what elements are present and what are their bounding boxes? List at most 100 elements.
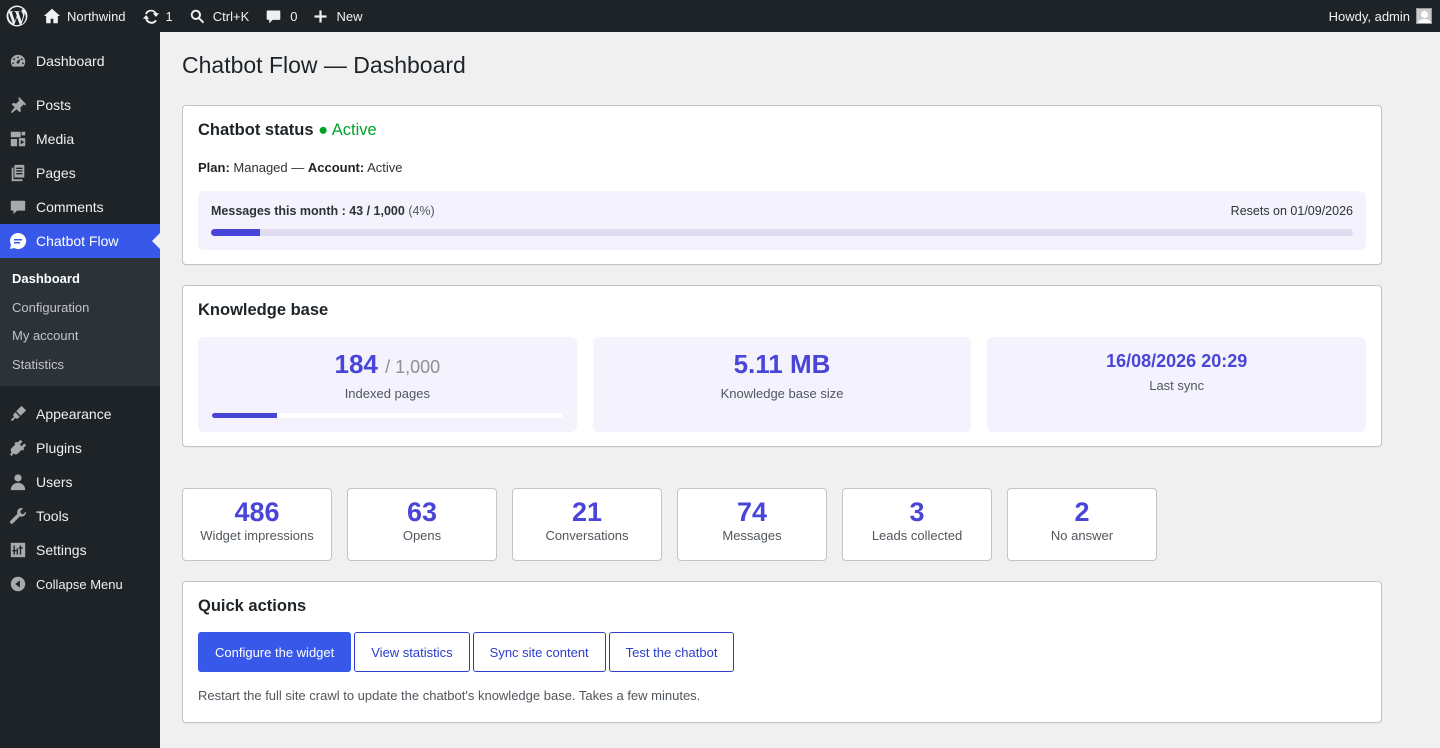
last-sync-value: 16/08/2026 20:29 bbox=[1106, 351, 1248, 371]
sidebar-item-label: Users bbox=[36, 474, 73, 490]
stat-no-answer: 2 No answer bbox=[1007, 488, 1157, 561]
test-chatbot-button[interactable]: Test the chatbot bbox=[608, 632, 735, 672]
sidebar-item-chatbot-flow[interactable]: Chatbot Flow bbox=[0, 224, 160, 258]
admin-bar: Northwind 1 Ctrl+K 0 New Howdy, admin bbox=[0, 0, 1440, 32]
new-label: New bbox=[336, 8, 363, 24]
stat-label: Widget impressions bbox=[200, 528, 314, 543]
search-icon bbox=[190, 9, 204, 23]
chat-icon bbox=[8, 231, 28, 251]
stat-value: 74 bbox=[736, 497, 768, 527]
my-account-menu[interactable]: Howdy, admin bbox=[1321, 0, 1440, 32]
stat-value: 21 bbox=[571, 497, 603, 527]
plus-icon bbox=[314, 10, 327, 22]
quick-actions-buttons: Configure the widget View statistics Syn… bbox=[198, 632, 1366, 672]
main-content: Chatbot Flow — Dashboard Chatbot status … bbox=[182, 32, 1382, 723]
sidebar-item-pages[interactable]: Pages bbox=[0, 156, 160, 190]
sidebar-item-label: Appearance bbox=[36, 406, 112, 422]
settings-icon bbox=[8, 540, 28, 560]
indexed-pages-progress-fill bbox=[212, 413, 277, 418]
sidebar-item-plugins[interactable]: Plugins bbox=[0, 431, 160, 465]
indexed-pages-label: Indexed pages bbox=[344, 386, 430, 401]
wordpress-logo-button[interactable] bbox=[0, 0, 35, 32]
dashboard-icon bbox=[8, 51, 28, 71]
usage-percent: (4%) bbox=[408, 204, 435, 218]
stat-label: Leads collected bbox=[871, 528, 963, 543]
submenu-item-dashboard[interactable]: Dashboard bbox=[0, 265, 160, 294]
knowledge-base-size-label: Knowledge base size bbox=[720, 386, 844, 401]
sidebar-item-posts[interactable]: Posts bbox=[0, 88, 160, 122]
knowledge-base-heading: Knowledge base bbox=[198, 301, 329, 319]
chatbot-status-card: Chatbot status ● Active Plan: Managed — … bbox=[182, 105, 1382, 265]
indexed-pages-value: 184 / 1,000 bbox=[198, 349, 577, 380]
site-name-link[interactable]: Northwind bbox=[35, 0, 134, 32]
submenu-item-statistics[interactable]: Statistics bbox=[0, 351, 160, 380]
stat-label: Messages bbox=[722, 528, 782, 543]
sidebar-item-label: Dashboard bbox=[36, 53, 105, 69]
submenu-item-configuration[interactable]: Configuration bbox=[0, 294, 160, 323]
stat-leads-collected: 3 Leads collected bbox=[842, 488, 992, 561]
sidebar-item-comments[interactable]: Comments bbox=[0, 190, 160, 224]
configure-widget-button[interactable]: Configure the widget bbox=[198, 632, 352, 672]
usage-box: Messages this month : 43 / 1,000 (4%) Re… bbox=[198, 191, 1366, 250]
sidebar-item-label: Media bbox=[36, 131, 75, 147]
comments-link[interactable]: 0 bbox=[257, 0, 305, 32]
usage-reset-date: Resets on 01/09/2026 bbox=[1230, 204, 1353, 218]
comment-icon bbox=[8, 197, 28, 217]
collapse-icon bbox=[8, 574, 28, 594]
plan-line: Plan: Managed — Account: Active bbox=[198, 160, 1366, 175]
sidebar-item-appearance[interactable]: Appearance bbox=[0, 397, 160, 431]
admin-sidebar: Dashboard Posts Media Pages Comments Cha… bbox=[0, 32, 160, 748]
new-content-button[interactable]: New bbox=[305, 0, 370, 32]
sidebar-item-dashboard[interactable]: Dashboard bbox=[0, 44, 160, 78]
comment-icon bbox=[266, 10, 281, 23]
sidebar-item-users[interactable]: Users bbox=[0, 465, 160, 499]
plugin-icon bbox=[8, 438, 28, 458]
sidebar-item-media[interactable]: Media bbox=[0, 122, 160, 156]
stats-row: 486 Widget impressions 63 Opens 21 Conve… bbox=[182, 488, 1157, 561]
status-heading: Chatbot status ● Active bbox=[198, 121, 1366, 140]
stat-label: No answer bbox=[1050, 528, 1114, 543]
indexed-pages-progress-bar bbox=[212, 413, 563, 418]
sidebar-item-label: Comments bbox=[36, 199, 104, 215]
pages-icon bbox=[8, 163, 28, 183]
sidebar-item-label: Posts bbox=[36, 97, 72, 113]
collapse-menu-button[interactable]: Collapse Menu bbox=[0, 567, 160, 601]
wrench-icon bbox=[8, 506, 28, 526]
sidebar-item-label: Collapse Menu bbox=[36, 576, 123, 592]
quick-actions-heading: Quick actions bbox=[198, 597, 307, 615]
greeting: Howdy, admin bbox=[1328, 8, 1410, 24]
view-statistics-button[interactable]: View statistics bbox=[354, 632, 470, 672]
account-value: Active bbox=[367, 160, 403, 175]
sidebar-item-tools[interactable]: Tools bbox=[0, 499, 160, 533]
updates-count: 1 bbox=[165, 8, 173, 24]
site-name: Northwind bbox=[67, 8, 126, 24]
search-shortcut-button[interactable]: Ctrl+K bbox=[181, 0, 257, 32]
home-icon bbox=[43, 8, 61, 24]
pin-icon bbox=[8, 95, 28, 115]
comments-count: 0 bbox=[290, 8, 298, 24]
knowledge-base-size-tile: 5.11 MB Knowledge base size bbox=[592, 337, 972, 432]
plan-label: Plan: bbox=[198, 160, 230, 175]
submenu-item-my-account[interactable]: My account bbox=[0, 322, 160, 351]
last-sync-label: Last sync bbox=[1149, 378, 1205, 393]
updates-link[interactable]: 1 bbox=[134, 0, 181, 32]
sidebar-item-label: Settings bbox=[36, 542, 87, 558]
last-sync-tile: 16/08/2026 20:29 Last sync bbox=[987, 337, 1367, 432]
stat-value: 2 bbox=[1074, 497, 1090, 527]
stat-opens: 63 Opens bbox=[347, 488, 497, 561]
stat-label: Opens bbox=[402, 528, 442, 543]
stat-messages: 74 Messages bbox=[677, 488, 827, 561]
search-shortcut-label: Ctrl+K bbox=[212, 8, 250, 24]
brush-icon bbox=[8, 404, 28, 424]
sidebar-item-settings[interactable]: Settings bbox=[0, 533, 160, 567]
usage-progress-bar bbox=[211, 229, 1353, 236]
stat-value: 3 bbox=[909, 497, 925, 527]
knowledge-base-card: Knowledge base 184 / 1,000 Indexed pages… bbox=[182, 285, 1382, 447]
updates-icon bbox=[142, 9, 159, 24]
sync-site-content-button[interactable]: Sync site content bbox=[472, 632, 606, 672]
chatbot-flow-submenu: Dashboard Configuration My account Stati… bbox=[0, 258, 160, 386]
avatar bbox=[1416, 8, 1432, 24]
stat-widget-impressions: 486 Widget impressions bbox=[182, 488, 332, 561]
page-title: Chatbot Flow — Dashboard bbox=[182, 52, 466, 78]
plan-value: Managed — bbox=[233, 160, 305, 175]
